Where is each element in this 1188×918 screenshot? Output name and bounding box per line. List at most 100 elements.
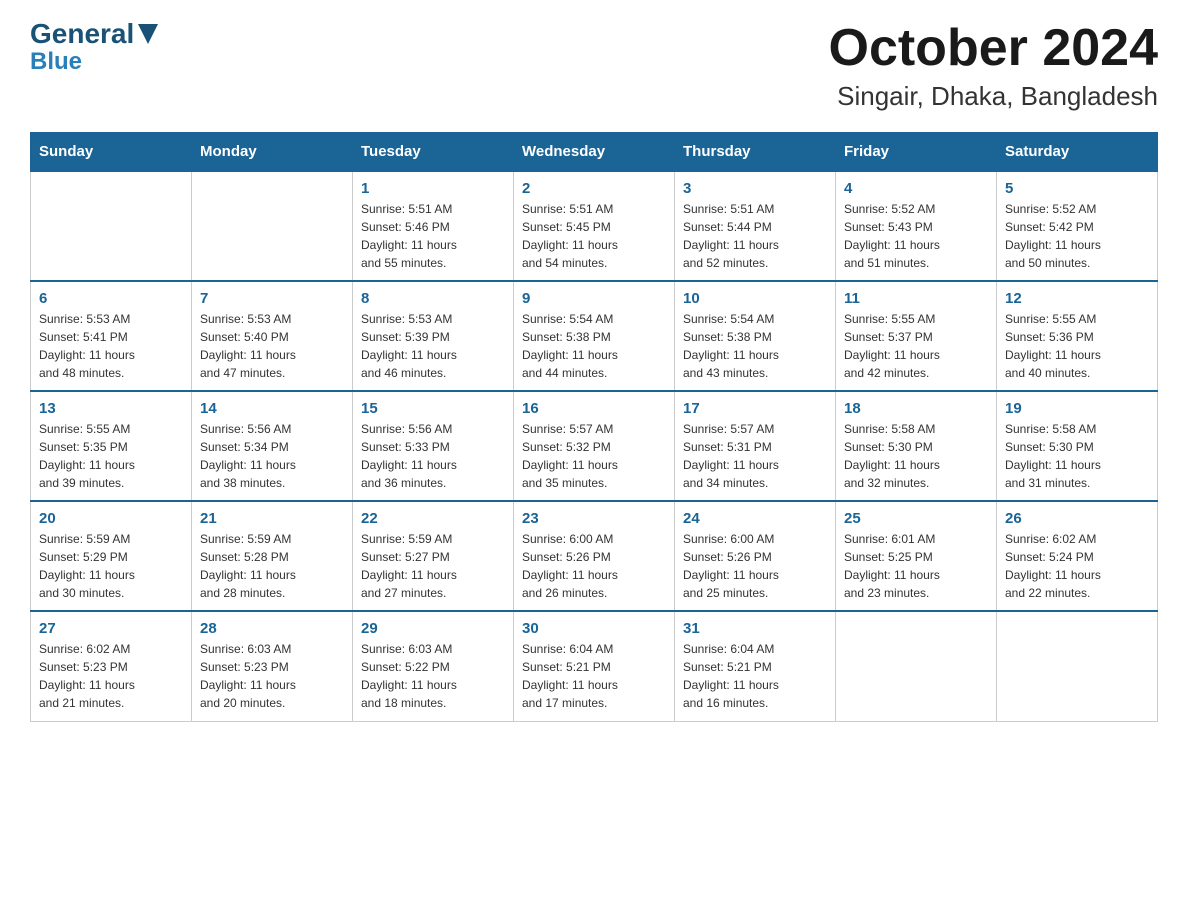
calendar-cell: 30 Sunrise: 6:04 AM Sunset: 5:21 PM Dayli…: [514, 611, 675, 721]
day-number: 8: [361, 290, 505, 307]
day-info: Sunrise: 5:57 AM Sunset: 5:31 PM Dayligh…: [683, 420, 827, 492]
day-info: Sunrise: 5:59 AM Sunset: 5:29 PM Dayligh…: [39, 530, 183, 602]
calendar-title: October 2024: [829, 20, 1159, 77]
calendar-cell: [31, 171, 192, 281]
calendar-cell: 31Sunrise: 6:04 AM Sunset: 5:21 PM Dayli…: [675, 611, 836, 721]
day-info: Sunrise: 5:55 AM Sunset: 5:37 PM Dayligh…: [844, 310, 988, 382]
day-info: Sunrise: 5:51 AM Sunset: 5:46 PM Dayligh…: [361, 200, 505, 272]
day-info: Sunrise: 5:59 AM Sunset: 5:27 PM Dayligh…: [361, 530, 505, 602]
day-info: Sunrise: 5:58 AM Sunset: 5:30 PM Dayligh…: [1005, 420, 1149, 492]
day-info: Sunrise: 6:00 AM Sunset: 5:26 PM Dayligh…: [522, 530, 666, 602]
calendar-day-header: Saturday: [997, 133, 1158, 172]
calendar-cell: 15 Sunrise: 5:56 AM Sunset: 5:33 PM Dayli…: [353, 391, 514, 501]
calendar-cell: 16 Sunrise: 5:57 AM Sunset: 5:32 PM Dayli…: [514, 391, 675, 501]
calendar-cell: 6 Sunrise: 5:53 AM Sunset: 5:41 PM Daylig…: [31, 281, 192, 391]
calendar-week-row: 27 Sunrise: 6:02 AM Sunset: 5:23 PM Dayli…: [31, 611, 1158, 721]
day-info: Sunrise: 5:51 AM Sunset: 5:45 PM Dayligh…: [522, 200, 666, 272]
day-number: 25: [844, 510, 988, 527]
day-info: Sunrise: 6:03 AM Sunset: 5:22 PM Dayligh…: [361, 640, 505, 712]
day-number: 19: [1005, 400, 1149, 417]
day-number: 9: [522, 290, 666, 307]
logo-general-text: General: [30, 20, 134, 48]
day-number: 23: [522, 510, 666, 527]
day-number: 3: [683, 180, 827, 197]
calendar-table: SundayMondayTuesdayWednesdayThursdayFrid…: [30, 132, 1158, 722]
day-number: 28: [200, 620, 344, 637]
day-info: Sunrise: 5:53 AM Sunset: 5:39 PM Dayligh…: [361, 310, 505, 382]
day-info: Sunrise: 6:04 AM Sunset: 5:21 PM Dayligh…: [683, 640, 827, 712]
calendar-cell: 8 Sunrise: 5:53 AM Sunset: 5:39 PM Daylig…: [353, 281, 514, 391]
calendar-week-row: 13Sunrise: 5:55 AM Sunset: 5:35 PM Dayli…: [31, 391, 1158, 501]
day-info: Sunrise: 5:57 AM Sunset: 5:32 PM Dayligh…: [522, 420, 666, 492]
day-info: Sunrise: 6:00 AM Sunset: 5:26 PM Dayligh…: [683, 530, 827, 602]
calendar-day-header: Tuesday: [353, 133, 514, 172]
day-number: 22: [361, 510, 505, 527]
day-info: Sunrise: 5:56 AM Sunset: 5:33 PM Dayligh…: [361, 420, 505, 492]
day-number: 6: [39, 290, 183, 307]
day-info: Sunrise: 6:02 AM Sunset: 5:24 PM Dayligh…: [1005, 530, 1149, 602]
day-number: 10: [683, 290, 827, 307]
calendar-cell: 22 Sunrise: 5:59 AM Sunset: 5:27 PM Dayli…: [353, 501, 514, 611]
calendar-cell: 3 Sunrise: 5:51 AM Sunset: 5:44 PM Daylig…: [675, 171, 836, 281]
calendar-title-section: October 2024 Singair, Dhaka, Bangladesh: [829, 20, 1159, 112]
day-info: Sunrise: 5:54 AM Sunset: 5:38 PM Dayligh…: [522, 310, 666, 382]
calendar-cell: 11 Sunrise: 5:55 AM Sunset: 5:37 PM Dayli…: [836, 281, 997, 391]
calendar-cell: 5Sunrise: 5:52 AM Sunset: 5:42 PM Daylig…: [997, 171, 1158, 281]
day-number: 30: [522, 620, 666, 637]
day-number: 26: [1005, 510, 1149, 527]
calendar-cell: 25 Sunrise: 6:01 AM Sunset: 5:25 PM Dayli…: [836, 501, 997, 611]
day-info: Sunrise: 5:53 AM Sunset: 5:41 PM Dayligh…: [39, 310, 183, 382]
day-number: 7: [200, 290, 344, 307]
day-number: 21: [200, 510, 344, 527]
logo-blue-text: Blue: [30, 48, 82, 76]
day-number: 2: [522, 180, 666, 197]
day-number: 29: [361, 620, 505, 637]
page-header: General Blue October 2024 Singair, Dhaka…: [30, 20, 1158, 112]
day-number: 27: [39, 620, 183, 637]
day-info: Sunrise: 5:51 AM Sunset: 5:44 PM Dayligh…: [683, 200, 827, 272]
day-info: Sunrise: 6:04 AM Sunset: 5:21 PM Dayligh…: [522, 640, 666, 712]
day-number: 16: [522, 400, 666, 417]
calendar-cell: 14Sunrise: 5:56 AM Sunset: 5:34 PM Dayli…: [192, 391, 353, 501]
day-info: Sunrise: 5:58 AM Sunset: 5:30 PM Dayligh…: [844, 420, 988, 492]
calendar-cell: 18 Sunrise: 5:58 AM Sunset: 5:30 PM Dayli…: [836, 391, 997, 501]
calendar-cell: 19 Sunrise: 5:58 AM Sunset: 5:30 PM Dayli…: [997, 391, 1158, 501]
logo-triangle-icon: [138, 24, 158, 44]
logo: General Blue: [30, 20, 158, 76]
day-info: Sunrise: 6:02 AM Sunset: 5:23 PM Dayligh…: [39, 640, 183, 712]
calendar-cell: 20 Sunrise: 5:59 AM Sunset: 5:29 PM Dayli…: [31, 501, 192, 611]
calendar-cell: [192, 171, 353, 281]
day-info: Sunrise: 5:52 AM Sunset: 5:43 PM Dayligh…: [844, 200, 988, 272]
calendar-cell: 23 Sunrise: 6:00 AM Sunset: 5:26 PM Dayli…: [514, 501, 675, 611]
calendar-cell: 24Sunrise: 6:00 AM Sunset: 5:26 PM Dayli…: [675, 501, 836, 611]
calendar-week-row: 1Sunrise: 5:51 AM Sunset: 5:46 PM Daylig…: [31, 171, 1158, 281]
calendar-day-header: Sunday: [31, 133, 192, 172]
day-info: Sunrise: 5:55 AM Sunset: 5:36 PM Dayligh…: [1005, 310, 1149, 382]
calendar-cell: [997, 611, 1158, 721]
day-number: 20: [39, 510, 183, 527]
day-number: 15: [361, 400, 505, 417]
day-info: Sunrise: 5:53 AM Sunset: 5:40 PM Dayligh…: [200, 310, 344, 382]
calendar-cell: 9 Sunrise: 5:54 AM Sunset: 5:38 PM Daylig…: [514, 281, 675, 391]
calendar-cell: 12 Sunrise: 5:55 AM Sunset: 5:36 PM Dayli…: [997, 281, 1158, 391]
calendar-cell: 4Sunrise: 5:52 AM Sunset: 5:43 PM Daylig…: [836, 171, 997, 281]
day-number: 12: [1005, 290, 1149, 307]
calendar-cell: 10 Sunrise: 5:54 AM Sunset: 5:38 PM Dayli…: [675, 281, 836, 391]
calendar-cell: 13Sunrise: 5:55 AM Sunset: 5:35 PM Dayli…: [31, 391, 192, 501]
calendar-cell: 17Sunrise: 5:57 AM Sunset: 5:31 PM Dayli…: [675, 391, 836, 501]
calendar-cell: 26 Sunrise: 6:02 AM Sunset: 5:24 PM Dayli…: [997, 501, 1158, 611]
calendar-cell: 2 Sunrise: 5:51 AM Sunset: 5:45 PM Daylig…: [514, 171, 675, 281]
calendar-subtitle: Singair, Dhaka, Bangladesh: [829, 81, 1159, 112]
day-info: Sunrise: 5:56 AM Sunset: 5:34 PM Dayligh…: [200, 420, 344, 492]
calendar-cell: 27 Sunrise: 6:02 AM Sunset: 5:23 PM Dayli…: [31, 611, 192, 721]
calendar-day-header: Wednesday: [514, 133, 675, 172]
day-info: Sunrise: 5:55 AM Sunset: 5:35 PM Dayligh…: [39, 420, 183, 492]
day-info: Sunrise: 5:54 AM Sunset: 5:38 PM Dayligh…: [683, 310, 827, 382]
day-info: Sunrise: 6:01 AM Sunset: 5:25 PM Dayligh…: [844, 530, 988, 602]
calendar-cell: 21Sunrise: 5:59 AM Sunset: 5:28 PM Dayli…: [192, 501, 353, 611]
day-number: 5: [1005, 180, 1149, 197]
calendar-header-row: SundayMondayTuesdayWednesdayThursdayFrid…: [31, 133, 1158, 172]
calendar-day-header: Thursday: [675, 133, 836, 172]
day-number: 18: [844, 400, 988, 417]
day-number: 11: [844, 290, 988, 307]
